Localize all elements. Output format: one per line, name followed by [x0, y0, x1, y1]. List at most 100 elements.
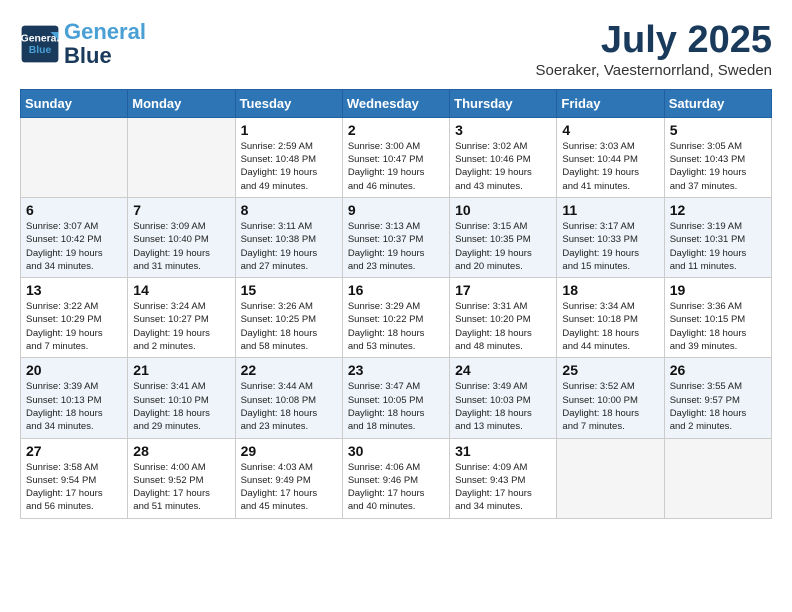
day-info: Sunrise: 3:41 AM Sunset: 10:10 PM Daylig… — [133, 380, 229, 433]
day-info: Sunrise: 3:07 AM Sunset: 10:42 PM Daylig… — [26, 220, 122, 273]
day-info: Sunrise: 3:55 AM Sunset: 9:57 PM Dayligh… — [670, 380, 766, 433]
day-info: Sunrise: 3:29 AM Sunset: 10:22 PM Daylig… — [348, 300, 444, 353]
day-info: Sunrise: 3:17 AM Sunset: 10:33 PM Daylig… — [562, 220, 658, 273]
day-info: Sunrise: 3:49 AM Sunset: 10:03 PM Daylig… — [455, 380, 551, 433]
day-info: Sunrise: 3:52 AM Sunset: 10:00 PM Daylig… — [562, 380, 658, 433]
page-header: General Blue GeneralBlue July 2025 Soera… — [20, 20, 772, 79]
day-number: 14 — [133, 282, 229, 298]
day-info: Sunrise: 3:09 AM Sunset: 10:40 PM Daylig… — [133, 220, 229, 273]
day-info: Sunrise: 3:31 AM Sunset: 10:20 PM Daylig… — [455, 300, 551, 353]
calendar-cell: 6Sunrise: 3:07 AM Sunset: 10:42 PM Dayli… — [21, 197, 128, 277]
day-number: 7 — [133, 202, 229, 218]
day-number: 12 — [670, 202, 766, 218]
day-number: 30 — [348, 443, 444, 459]
calendar-cell: 28 Sunrise: 4:00 AM Sunset: 9:52 PM Dayli… — [128, 438, 235, 518]
location-subtitle: Soeraker, Vaesternorrland, Sweden — [535, 62, 772, 79]
calendar-cell: 14 Sunrise: 3:24 AM Sunset: 10:27 PM Dayl… — [128, 278, 235, 358]
calendar-week-row: 13 Sunrise: 3:22 AM Sunset: 10:29 PM Dayl… — [21, 278, 772, 358]
day-number: 3 — [455, 122, 551, 138]
calendar-cell: 15 Sunrise: 3:26 AM Sunset: 10:25 PM Dayl… — [235, 278, 342, 358]
calendar-cell: 7 Sunrise: 3:09 AM Sunset: 10:40 PM Dayli… — [128, 197, 235, 277]
day-number: 27 — [26, 443, 122, 459]
day-number: 26 — [670, 362, 766, 378]
calendar-cell — [128, 117, 235, 197]
day-number: 9 — [348, 202, 444, 218]
calendar-cell — [557, 438, 664, 518]
day-number: 8 — [241, 202, 337, 218]
logo-icon: General Blue — [20, 24, 60, 64]
day-info: Sunrise: 3:05 AM Sunset: 10:43 PM Daylig… — [670, 140, 766, 193]
svg-text:General: General — [21, 34, 60, 45]
calendar-cell: 30 Sunrise: 4:06 AM Sunset: 9:46 PM Dayli… — [342, 438, 449, 518]
month-title: July 2025 — [535, 20, 772, 62]
day-number: 22 — [241, 362, 337, 378]
calendar-cell: 20Sunrise: 3:39 AM Sunset: 10:13 PM Dayl… — [21, 358, 128, 438]
calendar-cell: 19 Sunrise: 3:36 AM Sunset: 10:15 PM Dayl… — [664, 278, 771, 358]
weekday-header-tuesday: Tuesday — [235, 89, 342, 117]
day-info: Sunrise: 3:22 AM Sunset: 10:29 PM Daylig… — [26, 300, 122, 353]
calendar-week-row: 20Sunrise: 3:39 AM Sunset: 10:13 PM Dayl… — [21, 358, 772, 438]
day-info: Sunrise: 3:19 AM Sunset: 10:31 PM Daylig… — [670, 220, 766, 273]
calendar-week-row: 1Sunrise: 2:59 AM Sunset: 10:48 PM Dayli… — [21, 117, 772, 197]
calendar-cell: 11 Sunrise: 3:17 AM Sunset: 10:33 PM Dayl… — [557, 197, 664, 277]
calendar-cell: 1Sunrise: 2:59 AM Sunset: 10:48 PM Dayli… — [235, 117, 342, 197]
calendar-cell: 25 Sunrise: 3:52 AM Sunset: 10:00 PM Dayl… — [557, 358, 664, 438]
calendar-cell: 31 Sunrise: 4:09 AM Sunset: 9:43 PM Dayli… — [450, 438, 557, 518]
day-number: 24 — [455, 362, 551, 378]
calendar-cell: 18 Sunrise: 3:34 AM Sunset: 10:18 PM Dayl… — [557, 278, 664, 358]
day-info: Sunrise: 4:06 AM Sunset: 9:46 PM Dayligh… — [348, 461, 444, 514]
title-block: July 2025 Soeraker, Vaesternorrland, Swe… — [535, 20, 772, 79]
day-number: 25 — [562, 362, 658, 378]
day-info: Sunrise: 2:59 AM Sunset: 10:48 PM Daylig… — [241, 140, 337, 193]
weekday-header-sunday: Sunday — [21, 89, 128, 117]
calendar-cell: 21 Sunrise: 3:41 AM Sunset: 10:10 PM Dayl… — [128, 358, 235, 438]
calendar-cell: 3 Sunrise: 3:02 AM Sunset: 10:46 PM Dayli… — [450, 117, 557, 197]
day-number: 2 — [348, 122, 444, 138]
calendar-cell: 17 Sunrise: 3:31 AM Sunset: 10:20 PM Dayl… — [450, 278, 557, 358]
calendar-cell: 16Sunrise: 3:29 AM Sunset: 10:22 PM Dayl… — [342, 278, 449, 358]
day-number: 10 — [455, 202, 551, 218]
day-info: Sunrise: 3:26 AM Sunset: 10:25 PM Daylig… — [241, 300, 337, 353]
day-number: 17 — [455, 282, 551, 298]
day-info: Sunrise: 3:44 AM Sunset: 10:08 PM Daylig… — [241, 380, 337, 433]
day-number: 15 — [241, 282, 337, 298]
calendar-cell: 26 Sunrise: 3:55 AM Sunset: 9:57 PM Dayli… — [664, 358, 771, 438]
day-info: Sunrise: 3:39 AM Sunset: 10:13 PM Daylig… — [26, 380, 122, 433]
day-info: Sunrise: 3:11 AM Sunset: 10:38 PM Daylig… — [241, 220, 337, 273]
weekday-header-wednesday: Wednesday — [342, 89, 449, 117]
day-number: 28 — [133, 443, 229, 459]
day-info: Sunrise: 3:36 AM Sunset: 10:15 PM Daylig… — [670, 300, 766, 353]
day-info: Sunrise: 3:34 AM Sunset: 10:18 PM Daylig… — [562, 300, 658, 353]
calendar-cell: 29Sunrise: 4:03 AM Sunset: 9:49 PM Dayli… — [235, 438, 342, 518]
calendar-cell: 9 Sunrise: 3:13 AM Sunset: 10:37 PM Dayli… — [342, 197, 449, 277]
day-number: 21 — [133, 362, 229, 378]
day-info: Sunrise: 3:24 AM Sunset: 10:27 PM Daylig… — [133, 300, 229, 353]
day-number: 13 — [26, 282, 122, 298]
calendar-cell: 2Sunrise: 3:00 AM Sunset: 10:47 PM Dayli… — [342, 117, 449, 197]
day-number: 18 — [562, 282, 658, 298]
day-info: Sunrise: 4:09 AM Sunset: 9:43 PM Dayligh… — [455, 461, 551, 514]
calendar-cell: 24 Sunrise: 3:49 AM Sunset: 10:03 PM Dayl… — [450, 358, 557, 438]
day-info: Sunrise: 3:13 AM Sunset: 10:37 PM Daylig… — [348, 220, 444, 273]
calendar-table: SundayMondayTuesdayWednesdayThursdayFrid… — [20, 89, 772, 519]
day-number: 5 — [670, 122, 766, 138]
weekday-header-monday: Monday — [128, 89, 235, 117]
day-info: Sunrise: 3:02 AM Sunset: 10:46 PM Daylig… — [455, 140, 551, 193]
day-info: Sunrise: 3:47 AM Sunset: 10:05 PM Daylig… — [348, 380, 444, 433]
calendar-cell: 5 Sunrise: 3:05 AM Sunset: 10:43 PM Dayli… — [664, 117, 771, 197]
logo-text: GeneralBlue — [64, 20, 146, 68]
day-info: Sunrise: 3:58 AM Sunset: 9:54 PM Dayligh… — [26, 461, 122, 514]
calendar-week-row: 27 Sunrise: 3:58 AM Sunset: 9:54 PM Dayli… — [21, 438, 772, 518]
calendar-cell: 22 Sunrise: 3:44 AM Sunset: 10:08 PM Dayl… — [235, 358, 342, 438]
day-number: 23 — [348, 362, 444, 378]
calendar-cell: 12 Sunrise: 3:19 AM Sunset: 10:31 PM Dayl… — [664, 197, 771, 277]
calendar-cell: 8 Sunrise: 3:11 AM Sunset: 10:38 PM Dayli… — [235, 197, 342, 277]
weekday-header-row: SundayMondayTuesdayWednesdayThursdayFrid… — [21, 89, 772, 117]
day-number: 31 — [455, 443, 551, 459]
day-number: 29 — [241, 443, 337, 459]
calendar-cell — [21, 117, 128, 197]
day-info: Sunrise: 4:00 AM Sunset: 9:52 PM Dayligh… — [133, 461, 229, 514]
calendar-cell: 23 Sunrise: 3:47 AM Sunset: 10:05 PM Dayl… — [342, 358, 449, 438]
day-number: 11 — [562, 202, 658, 218]
day-number: 19 — [670, 282, 766, 298]
